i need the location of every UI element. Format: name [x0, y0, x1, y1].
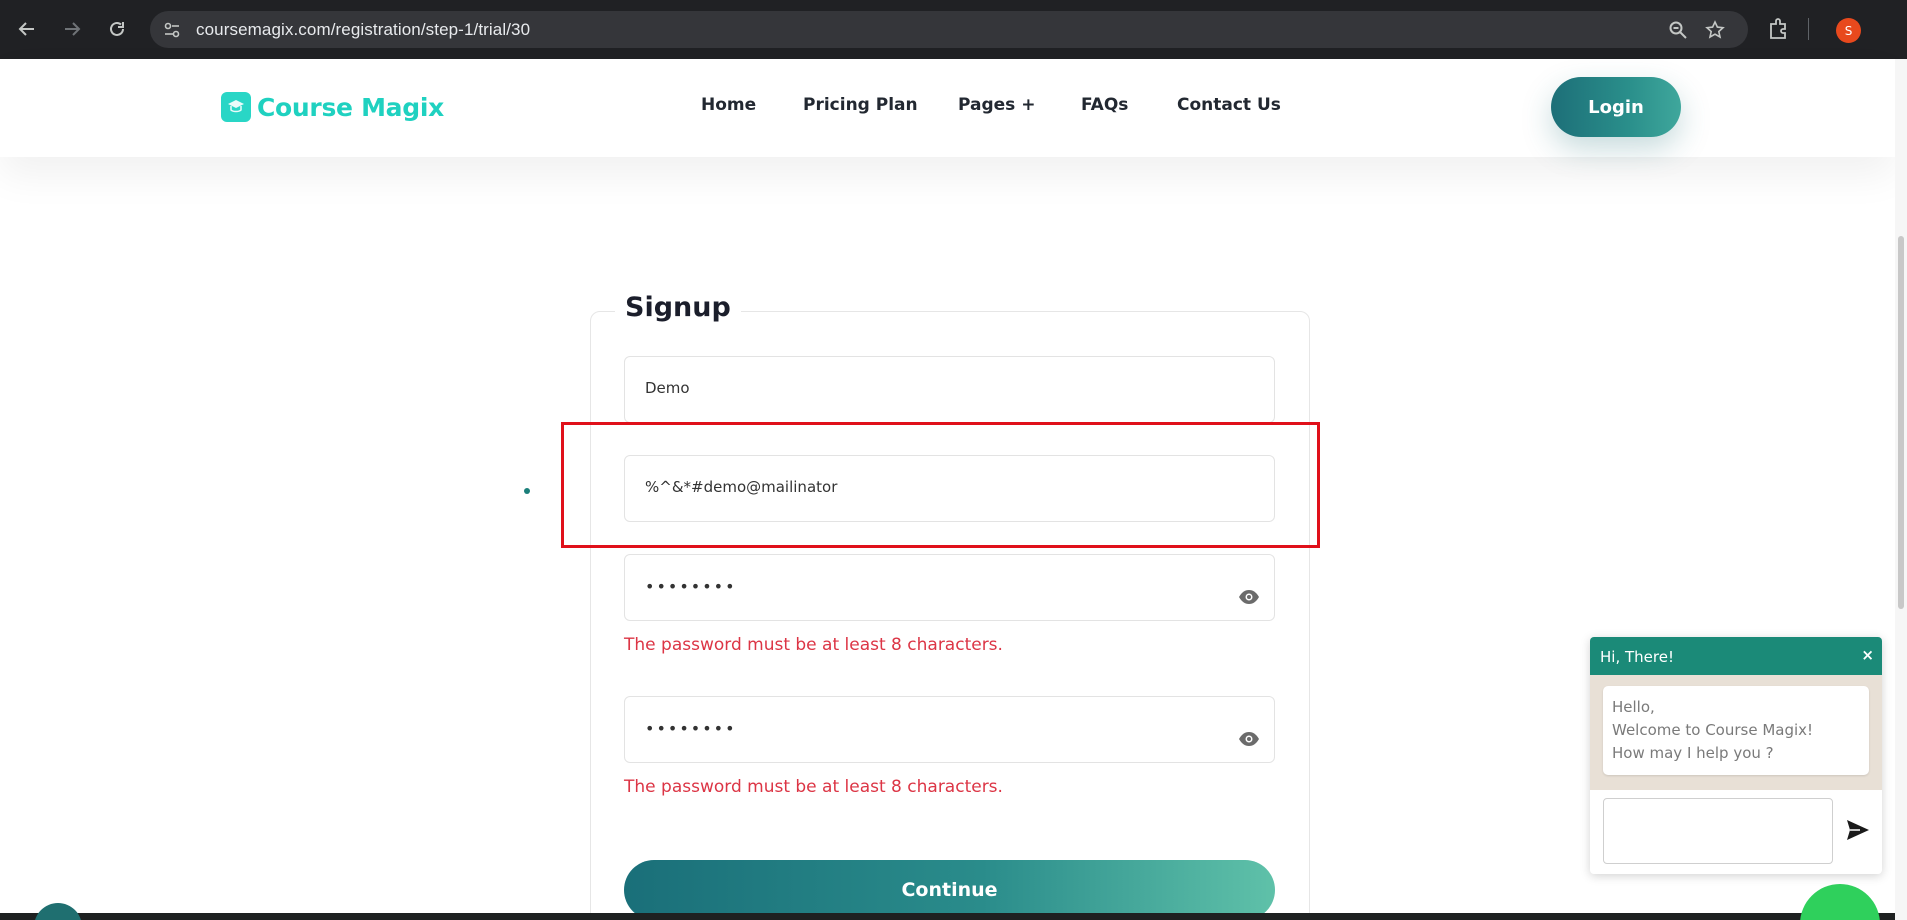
- decorative-dot: [524, 488, 530, 494]
- star-icon[interactable]: [1704, 19, 1726, 41]
- reload-icon[interactable]: [102, 14, 132, 44]
- nav-pages[interactable]: Pages +: [958, 95, 1035, 115]
- address-bar[interactable]: coursemagix.com/registration/step-1/tria…: [150, 11, 1748, 48]
- site-logo[interactable]: Course Magix: [221, 92, 444, 122]
- continue-button[interactable]: Continue: [624, 860, 1275, 920]
- whatsapp-icon[interactable]: [1800, 884, 1880, 920]
- name-field[interactable]: [624, 356, 1275, 423]
- bottom-strip: [0, 913, 1895, 920]
- profile-avatar[interactable]: S: [1836, 18, 1861, 43]
- forward-arrow-icon[interactable]: [57, 14, 87, 44]
- chat-message-line: Hello,: [1612, 698, 1655, 716]
- scrollbar-thumb[interactable]: [1898, 236, 1904, 609]
- confirm-password-input[interactable]: [645, 719, 1205, 738]
- chat-header-text: Hi, There!: [1600, 648, 1674, 666]
- confirm-password-error: The password must be at least 8 characte…: [624, 777, 1003, 797]
- confirm-password-field[interactable]: [624, 696, 1275, 763]
- password-field[interactable]: [624, 554, 1275, 621]
- password-error: The password must be at least 8 characte…: [624, 635, 1003, 655]
- site-settings-icon[interactable]: [162, 20, 182, 40]
- browser-toolbar: coursemagix.com/registration/step-1/tria…: [0, 0, 1907, 59]
- site-header: Course Magix Home Pricing Plan Pages + F…: [0, 59, 1895, 157]
- close-icon[interactable]: ×: [1861, 646, 1874, 664]
- nav-pricing-plan[interactable]: Pricing Plan: [803, 95, 918, 115]
- scroll-top-button[interactable]: [34, 903, 82, 920]
- send-icon[interactable]: [1845, 818, 1871, 842]
- back-arrow-icon[interactable]: [12, 14, 42, 44]
- chat-input[interactable]: [1603, 798, 1833, 864]
- nav-home[interactable]: Home: [701, 95, 756, 115]
- logo-text: Course Magix: [257, 92, 444, 122]
- login-button[interactable]: Login: [1551, 77, 1681, 137]
- highlight-box: [561, 422, 1320, 548]
- eye-icon[interactable]: [1238, 589, 1260, 605]
- zoom-icon[interactable]: [1667, 19, 1689, 41]
- name-input[interactable]: [645, 379, 1205, 397]
- chat-header: Hi, There!: [1590, 637, 1882, 675]
- nav-faqs[interactable]: FAQs: [1081, 95, 1128, 115]
- graduation-cap-icon: [221, 92, 251, 122]
- extensions-icon[interactable]: [1766, 16, 1792, 42]
- signup-title: Signup: [615, 292, 741, 323]
- nav-contact-us[interactable]: Contact Us: [1177, 95, 1281, 115]
- toolbar-divider: [1808, 18, 1809, 40]
- url-text: coursemagix.com/registration/step-1/tria…: [196, 20, 531, 39]
- chat-message-line: Welcome to Course Magix!: [1612, 721, 1814, 739]
- viewport: coursemagix.com/registration/step-1/tria…: [0, 0, 1907, 920]
- eye-icon[interactable]: [1238, 731, 1260, 747]
- chat-widget: Hi, There! × Hello, Welcome to Course Ma…: [1590, 637, 1882, 874]
- chat-message-line: How may I help you ?: [1612, 744, 1774, 762]
- chat-message: Hello, Welcome to Course Magix! How may …: [1603, 686, 1869, 775]
- password-input[interactable]: [645, 577, 1205, 596]
